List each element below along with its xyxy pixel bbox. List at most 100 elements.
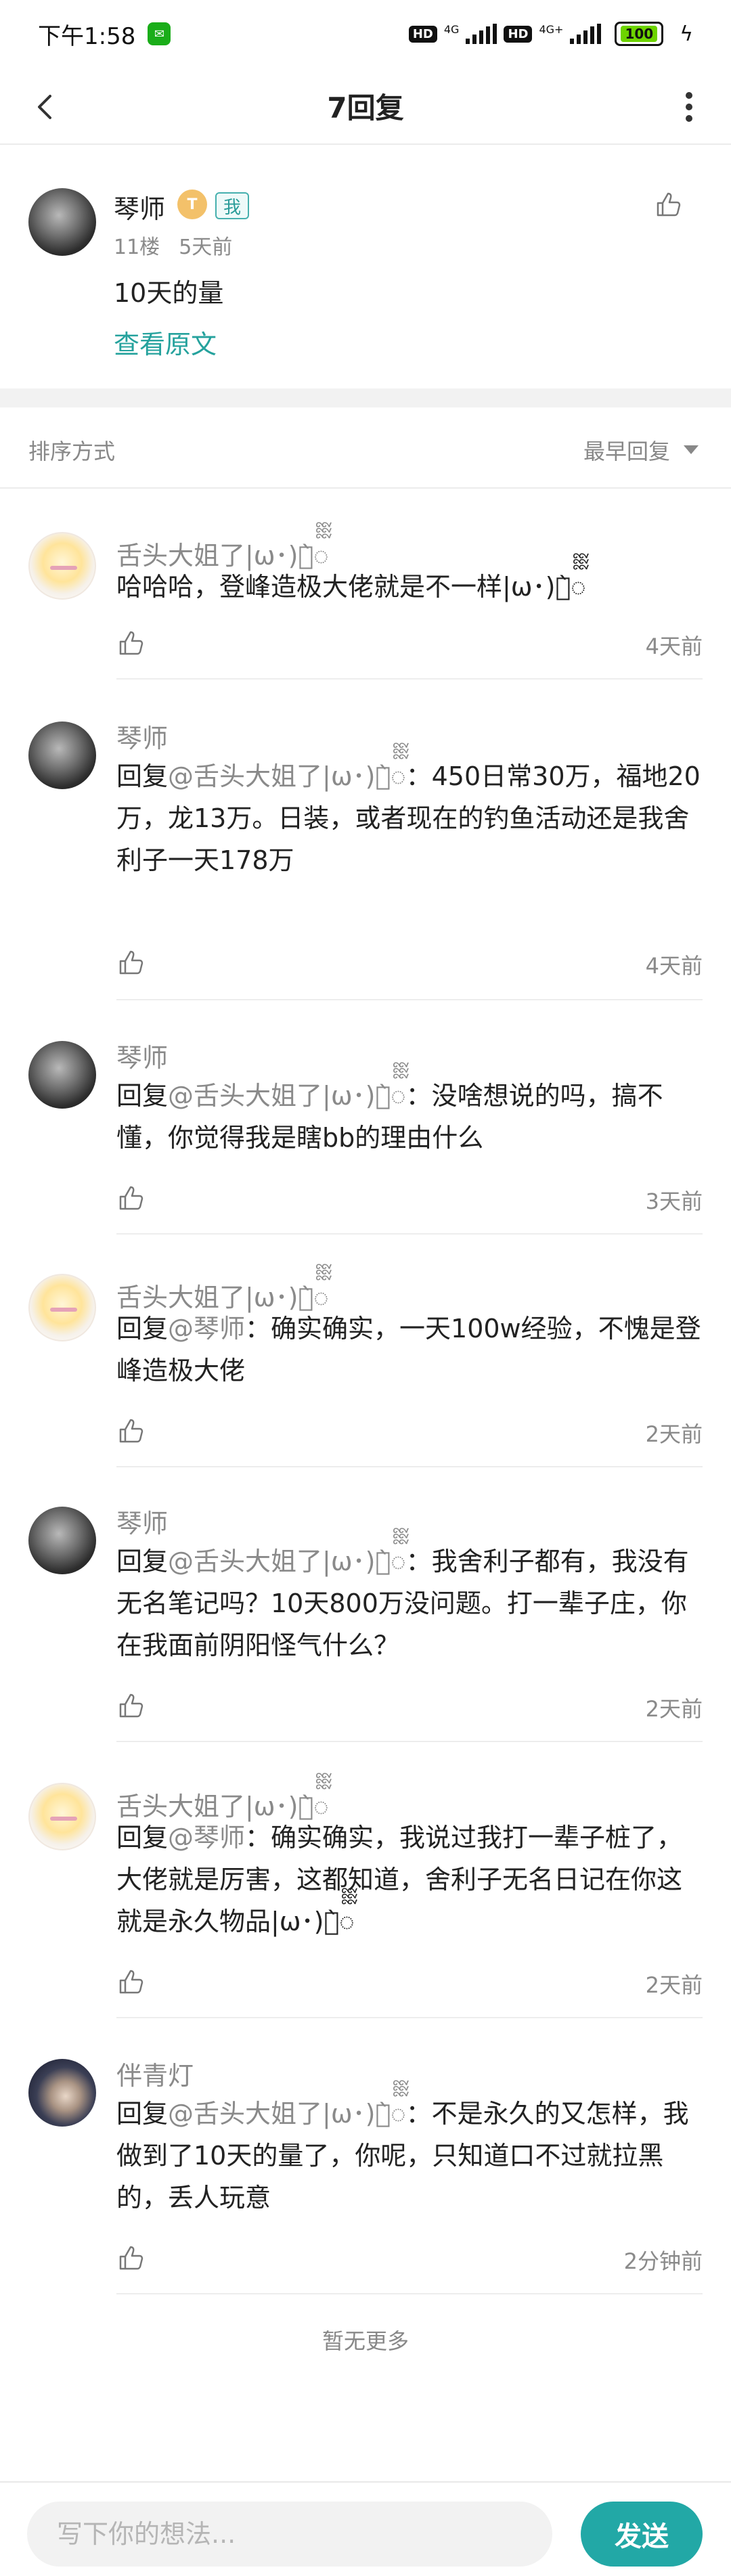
divider [116,2293,703,2294]
reply-mention[interactable]: @舌头大姐了|ω･)ง̀ᢆ [168,2099,406,2129]
reply-time: 2天前 [645,1421,703,1447]
network-label: 4G [443,22,460,36]
reply-time: 4天前 [645,634,703,659]
avatar[interactable] [28,532,96,600]
reply-text[interactable]: 回复@琴师：确实确实，我说过我打一辈子桩了，大佬就是厉害，这都知道，舍利子无名日… [116,1817,703,1942]
caret-down-icon[interactable] [684,445,699,454]
reply-footer: 2天前 [116,1689,703,1723]
signal-icon-2 [570,24,602,44]
reply-mention[interactable]: @舌头大姐了|ω･)ง̀ᢆ [168,1081,406,1111]
reply-prefix: 回复 [116,2099,169,2129]
avatar[interactable] [28,1783,96,1850]
post-time: 5天前 [179,236,233,259]
status-indicators: HD 4G HD 4G+ 100 ϟ [408,22,693,46]
thumbs-up-icon[interactable] [116,1416,146,1446]
chevron-left-icon[interactable] [27,88,65,126]
reply-mention[interactable]: @舌头大姐了|ω･)ง̀ᢆ [168,1547,406,1576]
reply-item: 琴师 回复@舌头大姐了|ω･)ง̀ᢆ：我舍利子都有，我没有无名笔记吗？10天80… [0,1503,731,1742]
thumbs-up-icon[interactable] [116,948,146,977]
reply-mention[interactable]: @琴师 [168,1314,245,1343]
reply-footer: 2天前 [116,1415,703,1448]
reply-author[interactable]: 琴师 [116,1037,168,1074]
avatar[interactable] [28,2059,96,2127]
sort-label: 排序方式 [28,439,116,464]
reply-prefix: 回复 [116,1081,169,1111]
section-divider [0,388,731,407]
hd-badge-2: HD [504,25,533,43]
wechat-icon: ✉ [148,22,171,45]
me-badge: 我 [215,192,250,219]
main-post-meta: 11楼 5天前 [114,230,232,260]
charging-icon: ϟ [680,22,693,46]
reply-text[interactable]: 回复@舌头大姐了|ω･)ง̀ᢆ：不是永久的又怎样，我做到了10天的量了，你呢，只… [116,2093,703,2219]
view-original-link[interactable]: 查看原文 [114,324,217,361]
thumbs-up-icon[interactable] [116,1691,146,1720]
reply-prefix: 回复 [116,1547,169,1576]
comment-input[interactable] [27,2502,552,2567]
hd-badge: HD [408,25,437,43]
page-title: 7回复 [327,91,404,125]
reply-author[interactable]: 琴师 [116,717,168,755]
avatar[interactable] [28,1274,96,1341]
status-time: 下午1:58 [38,22,136,50]
send-button[interactable]: 发送 [581,2502,703,2567]
reply-item: 舌头大姐了|ω･)ง̀ᢆ 回复@琴师：确实确实，我说过我打一辈子桩了，大佬就是厉… [0,1779,731,2018]
reply-time: 4天前 [645,953,703,979]
reply-text[interactable]: 回复@琴师：确实确实，一天100w经验，不愧是登峰造极大佬 [116,1308,703,1392]
divider [116,1466,703,1467]
avatar[interactable] [28,1507,96,1574]
reply-prefix: 回复 [116,1314,169,1343]
reply-mention[interactable]: @琴师 [168,1823,245,1852]
no-more-label: 暂无更多 [322,2328,409,2354]
status-bar: 下午1:58 ✉ HD 4G HD 4G+ 100 ϟ [0,0,731,68]
main-post-author[interactable]: 琴师 [114,188,165,225]
divider [116,1233,703,1235]
reply-item: 舌头大姐了|ω･)ง̀ᢆ 哈哈哈，登峰造极大佬就是不一样|ω･)ง̀ᢆ 4天前 [0,528,731,680]
reply-text[interactable]: 回复@舌头大姐了|ω･)ง̀ᢆ：450日常30万，福地20万，龙13万。日装，或… [116,755,703,881]
floor-number: 11楼 [114,236,160,259]
reply-time: 2天前 [645,1696,703,1722]
sort-dropdown[interactable]: 最早回复 [583,435,670,466]
thumbs-up-icon[interactable] [116,2243,146,2273]
reply-text[interactable]: 回复@舌头大姐了|ω･)ง̀ᢆ：我舍利子都有，我没有无名笔记吗？10天800万没… [116,1540,703,1666]
reply-prefix: 回复 [116,761,169,791]
thumbs-up-icon[interactable] [654,190,684,219]
reply-prefix: 回复 [116,1823,169,1852]
main-post-text: 10天的量 [114,278,224,308]
reply-time: 2天前 [645,1972,703,1998]
reply-time: 2分钟前 [623,2248,703,2274]
network-label-2: 4G+ [539,22,564,36]
divider [116,1741,703,1742]
reply-footer: 2分钟前 [116,2242,703,2275]
reply-item: 琴师 回复@舌头大姐了|ω･)ง̀ᢆ：没啥想说的吗，搞不懂，你觉得我是瞎bb的理… [0,1037,731,1235]
thumbs-up-icon[interactable] [116,628,146,658]
reply-footer: 4天前 [116,946,703,980]
reply-text[interactable]: 哈哈哈，登峰造极大佬就是不一样|ω･)ง̀ᢆ [116,566,703,608]
avatar[interactable] [28,1041,96,1109]
reply-footer: 2天前 [116,1966,703,1999]
reply-body: 哈哈哈，登峰造极大佬就是不一样|ω･)ง̀ᢆ [116,572,586,602]
comment-composer: 发送 [0,2481,731,2576]
reply-item: 琴师 回复@舌头大姐了|ω･)ง̀ᢆ：450日常30万，福地20万，龙13万。日… [0,717,731,1000]
divider [116,2017,703,2018]
reply-time: 3天前 [645,1189,703,1214]
avatar[interactable] [28,721,96,789]
reply-item: 伴青灯 回复@舌头大姐了|ω･)ง̀ᢆ：不是永久的又怎样，我做到了10天的量了，… [0,2055,731,2294]
thumbs-up-icon[interactable] [116,1183,146,1213]
sort-bar: 排序方式 最早回复 [0,407,731,489]
level-badge: T [177,190,207,219]
reply-text[interactable]: 回复@舌头大姐了|ω･)ง̀ᢆ：没啥想说的吗，搞不懂，你觉得我是瞎bb的理由什么 [116,1075,703,1159]
reply-mention[interactable]: @舌头大姐了|ω･)ง̀ᢆ [168,761,406,791]
reply-item: 舌头大姐了|ω･)ง̀ᢆ 回复@琴师：确实确实，一天100w经验，不愧是登峰造极… [0,1270,731,1467]
reply-footer: 4天前 [116,627,703,661]
thumbs-up-icon[interactable] [116,1967,146,1997]
battery-level: 100 [621,26,658,42]
page-header: 7回复 [0,68,731,145]
reply-author[interactable]: 伴青灯 [116,2055,194,2092]
avatar[interactable] [28,188,96,256]
more-vertical-icon[interactable] [685,92,693,122]
reply-author[interactable]: 琴师 [116,1503,168,1540]
signal-icon [466,24,497,44]
divider [116,999,703,1000]
divider [116,678,703,680]
